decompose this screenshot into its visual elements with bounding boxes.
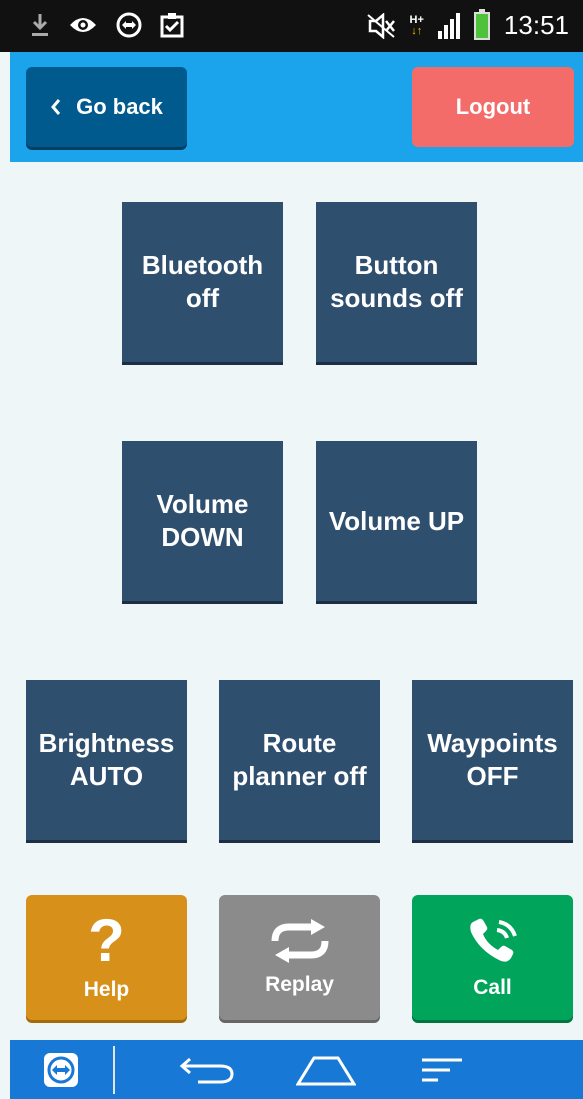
eye-icon (70, 18, 96, 32)
help-label: Help (83, 977, 130, 1001)
back-arrow-icon (179, 1057, 234, 1084)
replay-button[interactable]: Replay (219, 895, 380, 1020)
route-planner-toggle-button[interactable]: Route planner off (219, 680, 380, 840)
brightness-toggle-button[interactable]: Brightness AUTO (26, 680, 187, 840)
system-home-button[interactable] (296, 1048, 356, 1092)
system-recents-button[interactable] (420, 1048, 464, 1092)
question-mark-icon: ? (88, 906, 125, 974)
button-sounds-toggle-button[interactable]: Button sounds off (316, 202, 477, 362)
network-type-indicator: H+ ↓↑ (409, 13, 424, 37)
replay-label: Replay (265, 972, 334, 996)
mute-icon (366, 12, 395, 39)
clipboard-icon (160, 13, 184, 38)
clock: 13:51 (503, 10, 569, 40)
status-bar: H+ ↓↑ 13:51 (0, 0, 583, 52)
waypoints-toggle-button[interactable]: Waypoints OFF (412, 680, 573, 840)
battery-icon (473, 8, 490, 40)
phone-icon (469, 918, 517, 962)
recents-icon (422, 1058, 462, 1082)
chevron-left-icon (51, 99, 61, 115)
teamviewer-app-icon[interactable] (44, 1053, 78, 1087)
logout-button[interactable]: Logout (412, 67, 574, 147)
help-button[interactable]: ? Help (26, 895, 187, 1020)
volume-down-button[interactable]: Volume DOWN (122, 441, 283, 601)
download-icon (32, 14, 48, 36)
go-back-label: Go back (76, 94, 163, 119)
system-icons: H+ ↓↑ 13:51 (366, 8, 569, 41)
volume-up-button[interactable]: Volume UP (316, 441, 477, 601)
call-button[interactable]: Call (412, 895, 573, 1020)
teamviewer-icon (116, 12, 142, 38)
call-label: Call (473, 975, 512, 999)
network-label: H+ (409, 13, 424, 26)
teamviewer-logo-icon (47, 1056, 75, 1084)
data-arrows-icon: ↓↑ (411, 24, 423, 37)
nav-divider (113, 1046, 115, 1094)
home-icon (296, 1056, 356, 1086)
bluetooth-toggle-button[interactable]: Bluetooth off (122, 202, 283, 362)
signal-icon (437, 12, 460, 39)
logout-label: Logout (455, 94, 531, 119)
system-back-button[interactable] (178, 1048, 236, 1092)
go-back-button[interactable]: Go back (26, 67, 187, 147)
notification-icons (30, 12, 184, 38)
replay-icon (271, 918, 328, 963)
